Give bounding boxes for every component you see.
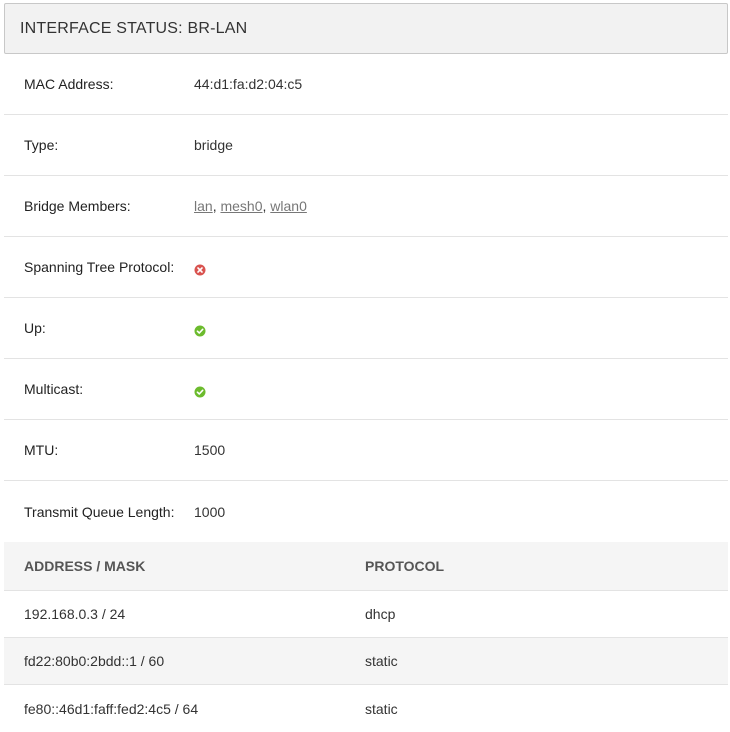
mac-address-label: MAC Address: bbox=[24, 76, 114, 92]
stp-label: Spanning Tree Protocol: bbox=[24, 259, 175, 275]
type-value: bridge bbox=[194, 137, 233, 153]
bridge-members-row: Bridge Members: lan, mesh0, wlan0 bbox=[4, 176, 728, 237]
check-circle-icon bbox=[194, 324, 206, 337]
x-circle-icon bbox=[194, 263, 206, 276]
table-row: fe80::46d1:faff:fed2:4c5 / 64 static bbox=[4, 685, 728, 732]
address-table: ADDRESS / MASK PROTOCOL 192.168.0.3 / 24… bbox=[4, 542, 728, 732]
type-row: Type: bridge bbox=[4, 115, 728, 176]
bridge-member-link-mesh0[interactable]: mesh0 bbox=[220, 198, 262, 214]
up-label: Up: bbox=[24, 320, 46, 336]
multicast-label: Multicast: bbox=[24, 381, 84, 397]
protocol-cell: static bbox=[365, 700, 398, 717]
mtu-value: 1500 bbox=[194, 442, 226, 458]
address-cell: fe80::46d1:faff:fed2:4c5 / 64 bbox=[24, 700, 199, 717]
multicast-row: Multicast: bbox=[4, 359, 728, 420]
panel-title: INTERFACE STATUS: BR-LAN bbox=[4, 3, 728, 54]
protocol-cell: static bbox=[365, 653, 398, 669]
stp-row: Spanning Tree Protocol: bbox=[4, 237, 728, 298]
up-row: Up: bbox=[4, 298, 728, 359]
protocol-cell: dhcp bbox=[365, 606, 396, 622]
txqueuelen-row: Transmit Queue Length: 1000 bbox=[4, 481, 728, 542]
address-table-header: ADDRESS / MASK PROTOCOL bbox=[4, 542, 728, 591]
table-row: 192.168.0.3 / 24 dhcp bbox=[4, 591, 728, 638]
interface-status-panel: INTERFACE STATUS: BR-LAN MAC Address: 44… bbox=[4, 3, 728, 732]
address-cell: fd22:80b0:2bdd::1 / 60 bbox=[24, 653, 165, 669]
check-circle-icon bbox=[194, 385, 206, 398]
txqueuelen-value: 1000 bbox=[194, 503, 226, 520]
bridge-members-value: lan, mesh0, wlan0 bbox=[194, 198, 307, 214]
mac-address-value: 44:d1:fa:d2:04:c5 bbox=[194, 76, 303, 92]
mtu-row: MTU: 1500 bbox=[4, 420, 728, 481]
mac-address-row: MAC Address: 44:d1:fa:d2:04:c5 bbox=[4, 54, 728, 115]
type-label: Type: bbox=[24, 137, 59, 153]
address-cell: 192.168.0.3 / 24 bbox=[24, 606, 126, 622]
bridge-members-label: Bridge Members: bbox=[24, 198, 131, 214]
column-header-address: ADDRESS / MASK bbox=[24, 558, 146, 574]
txqueuelen-label: Transmit Queue Length: bbox=[24, 503, 175, 520]
bridge-member-link-wlan0[interactable]: wlan0 bbox=[270, 198, 307, 214]
bridge-member-link-lan[interactable]: lan bbox=[194, 198, 213, 214]
column-header-protocol: PROTOCOL bbox=[365, 558, 445, 574]
mtu-label: MTU: bbox=[24, 442, 59, 458]
table-row: fd22:80b0:2bdd::1 / 60 static bbox=[4, 638, 728, 685]
